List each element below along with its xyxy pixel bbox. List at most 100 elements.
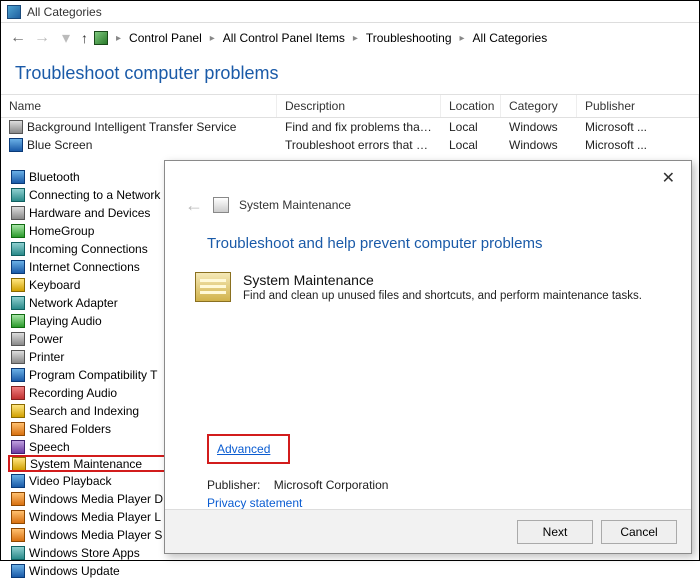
list-item[interactable]: Power [11, 330, 181, 347]
list-item[interactable]: Windows Media Player S [11, 526, 181, 543]
publisher-row: Publisher: Microsoft Corporation [165, 464, 691, 496]
list-item[interactable]: Connecting to a Network [11, 186, 181, 203]
column-header-publisher[interactable]: Publisher [577, 95, 699, 117]
next-button[interactable]: Next [517, 520, 593, 544]
column-header-location[interactable]: Location [441, 95, 501, 117]
item-icon [11, 296, 25, 310]
list-item[interactable]: Network Adapter [11, 294, 181, 311]
list-item[interactable]: Hardware and Devices [11, 204, 181, 221]
close-icon[interactable]: ✕ [656, 166, 681, 190]
row-category: Windows [501, 136, 577, 154]
item-icon [11, 350, 25, 364]
breadcrumb-item[interactable]: All Categories [473, 31, 548, 45]
item-icon [11, 528, 25, 542]
breadcrumb-item[interactable]: Control Panel [129, 31, 202, 45]
list-item[interactable]: Incoming Connections [11, 240, 181, 257]
window-titlebar: All Categories [1, 1, 699, 23]
item-icon [11, 546, 25, 560]
list-item[interactable]: Video Playback [11, 472, 181, 489]
row-publisher: Microsoft ... [577, 136, 699, 154]
row-description: Find and fix problems that may p... [277, 118, 441, 136]
privacy-link[interactable]: Privacy statement [207, 496, 302, 510]
cancel-button[interactable]: Cancel [601, 520, 677, 544]
dialog-heading: Troubleshoot and help prevent computer p… [165, 215, 691, 262]
list-item-label: Video Playback [29, 474, 112, 488]
item-icon [11, 188, 25, 202]
nav-bar: ← → ▾ ↑ ▸ Control Panel ▸ All Control Pa… [1, 23, 699, 53]
wizard-icon [213, 197, 229, 213]
list-item-label: Bluetooth [29, 170, 80, 184]
list-item-label: Keyboard [29, 278, 80, 292]
list-item[interactable]: Printer [11, 348, 181, 365]
list-item-label: Windows Media Player D [29, 492, 163, 506]
item-icon [11, 474, 25, 488]
row-description: Troubleshoot errors that cause Wi... [277, 136, 441, 154]
row-publisher: Microsoft ... [577, 118, 699, 136]
list-item-label: Search and Indexing [29, 404, 139, 418]
column-headers: Name Description Location Category Publi… [1, 94, 699, 118]
list-item[interactable]: Program Compatibility T [11, 366, 181, 383]
list-item-label: Program Compatibility T [29, 368, 157, 382]
list-item[interactable]: Windows Store Apps [11, 544, 181, 561]
list-item[interactable]: Keyboard [11, 276, 181, 293]
item-icon [11, 492, 25, 506]
list-item[interactable]: Shared Folders [11, 420, 181, 437]
list-item[interactable]: Search and Indexing [11, 402, 181, 419]
item-icon [9, 138, 23, 152]
troubleshooter-rows: Background Intelligent Transfer ServiceF… [1, 118, 699, 154]
list-item-label: Power [29, 332, 63, 346]
list-item-label: Connecting to a Network [29, 188, 160, 202]
column-header-description[interactable]: Description [277, 95, 441, 117]
item-icon [11, 170, 25, 184]
publisher-label: Publisher: [207, 478, 260, 492]
list-item[interactable]: Playing Audio [11, 312, 181, 329]
list-item-label: Printer [29, 350, 64, 364]
list-item-label: Windows Media Player L [29, 510, 161, 524]
item-icon [11, 404, 25, 418]
forward-button[interactable]: → [33, 29, 51, 47]
dialog-header-text: System Maintenance [239, 198, 351, 212]
list-item[interactable]: Recording Audio [11, 384, 181, 401]
list-item[interactable]: Windows Update [11, 562, 181, 579]
page-heading: Troubleshoot computer problems [1, 53, 699, 94]
breadcrumb-root-icon[interactable] [94, 31, 108, 45]
item-icon [11, 386, 25, 400]
table-row[interactable]: Background Intelligent Transfer ServiceF… [1, 118, 699, 136]
breadcrumb-item[interactable]: All Control Panel Items [223, 31, 345, 45]
item-icon [11, 440, 25, 454]
column-header-name[interactable]: Name [1, 95, 277, 117]
item-icon [11, 332, 25, 346]
item-icon [11, 564, 25, 578]
troubleshooter-list: Bluetooth Connecting to a Network Hardware… [11, 168, 181, 579]
item-icon [11, 206, 25, 220]
list-item-label: Incoming Connections [29, 242, 148, 256]
chevron-right-icon: ▸ [114, 33, 123, 44]
list-item-label: Windows Media Player S [29, 528, 162, 542]
item-icon [11, 224, 25, 238]
list-item[interactable]: System Maintenance [8, 455, 184, 472]
table-row[interactable]: Blue ScreenTroubleshoot errors that caus… [1, 136, 699, 154]
item-icon [11, 278, 25, 292]
privacy-row: Privacy statement [165, 496, 691, 510]
list-item-label: Internet Connections [29, 260, 140, 274]
list-item[interactable]: Windows Media Player L [11, 508, 181, 525]
dialog-back-icon[interactable]: ← [185, 195, 203, 216]
dialog-main: System Maintenance Find and clean up unu… [165, 262, 691, 308]
list-item[interactable]: Speech [11, 438, 181, 455]
advanced-link[interactable]: Advanced [217, 442, 270, 456]
list-item[interactable]: Windows Media Player D [11, 490, 181, 507]
item-icon [12, 457, 26, 471]
column-header-category[interactable]: Category [501, 95, 577, 117]
breadcrumb-item[interactable]: Troubleshooting [366, 31, 452, 45]
dialog-title: System Maintenance [243, 272, 642, 288]
up-button[interactable]: ↑ [81, 30, 88, 46]
list-item[interactable]: Internet Connections [11, 258, 181, 275]
list-item-label: Recording Audio [29, 386, 117, 400]
item-icon [11, 510, 25, 524]
list-item-label: Playing Audio [29, 314, 102, 328]
back-button[interactable]: ← [9, 29, 27, 47]
recent-dropdown-icon[interactable]: ▾ [57, 28, 75, 48]
list-item[interactable]: Bluetooth [11, 168, 181, 185]
list-item[interactable]: HomeGroup [11, 222, 181, 239]
maintenance-icon [195, 272, 231, 302]
